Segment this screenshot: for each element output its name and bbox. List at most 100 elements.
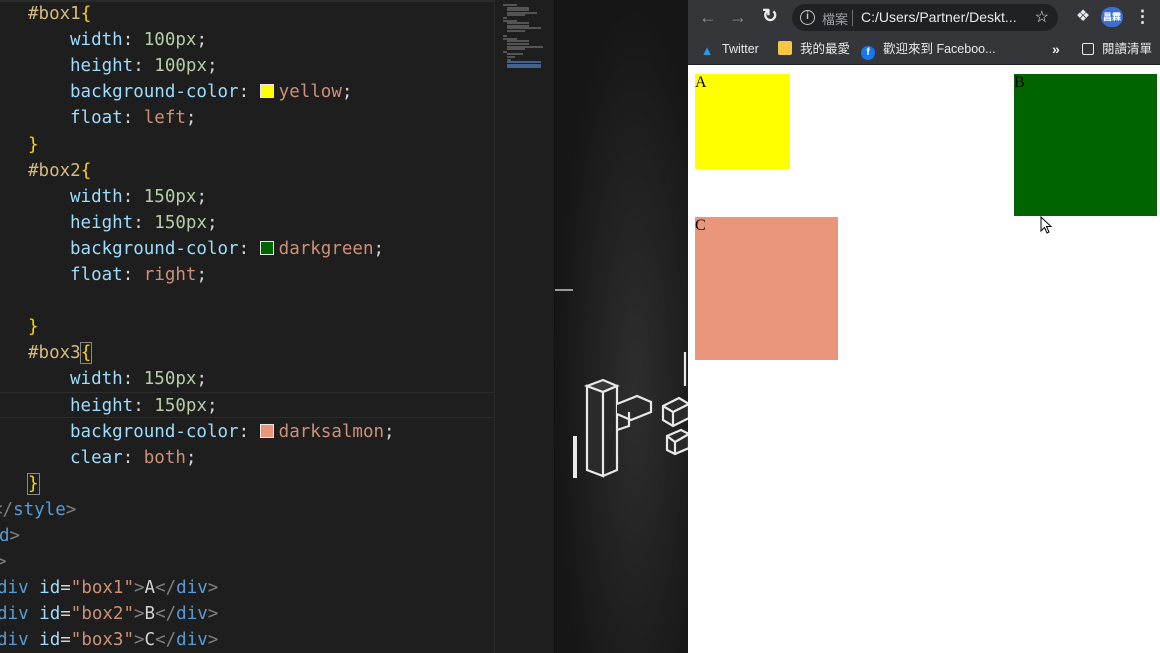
tag-bracket: </ <box>155 578 177 599</box>
colon: : <box>122 447 144 468</box>
open-brace: { <box>80 160 92 181</box>
box3-darksalmon: C <box>695 217 838 360</box>
code-line[interactable]: #box3{ <box>28 340 93 366</box>
reading-list-icon <box>1082 43 1094 55</box>
bookmark-facebook[interactable]: f 歡迎來到 Faceboo... <box>861 40 996 60</box>
bookmark-twitter[interactable]: ▲ Twitter <box>700 40 759 59</box>
code-line[interactable]: } <box>28 132 39 158</box>
code-line[interactable]: clear: both; <box>70 445 196 471</box>
code-line[interactable]: div id="box3">C</div> <box>0 627 218 653</box>
reading-list-label: 閱讀清單 <box>1102 42 1153 56</box>
tag-bracket: > <box>207 630 219 651</box>
div-text: C <box>144 630 156 651</box>
desktop-background <box>554 0 689 653</box>
reload-button[interactable]: ↻ <box>758 5 782 29</box>
code-line[interactable]: #box1{ <box>28 1 91 27</box>
code-editor[interactable]: #box1{width: 100px; height: 100px; backgro… <box>0 0 494 653</box>
colon: : <box>122 30 144 51</box>
code-line[interactable]: } <box>28 314 39 340</box>
semicolon: ; <box>341 82 353 103</box>
css-selector: #box2 <box>28 160 81 181</box>
code-line[interactable]: div id="box1">A</div> <box>0 575 218 601</box>
tag-bracket: > <box>65 499 77 520</box>
equals: = <box>60 604 71 625</box>
css-property: background-color <box>70 82 239 103</box>
color-swatch-icon[interactable] <box>259 423 274 438</box>
colon: : <box>238 421 260 442</box>
address-bar[interactable]: i 檔案 C:/Users/Partner/Deskt... ☆ <box>792 4 1058 31</box>
css-unit: px <box>175 30 197 51</box>
code-line[interactable]: background-color: yellow; <box>70 79 352 105</box>
attr-value: "box2" <box>70 604 134 625</box>
tag-name: div <box>176 604 208 625</box>
code-line[interactable]: </style> <box>0 497 76 523</box>
url-text[interactable]: C:/Users/Partner/Deskt... <box>861 9 1017 25</box>
wallpaper-logo-art <box>583 352 689 478</box>
editor-minimap[interactable] <box>494 0 554 653</box>
code-line[interactable]: > <box>0 549 7 575</box>
css-property: height <box>70 395 134 416</box>
facebook-icon: f <box>861 46 875 60</box>
css-value: left <box>143 108 186 129</box>
site-info-label[interactable]: 檔案 <box>822 9 848 28</box>
css-value: darksalmon <box>278 421 385 442</box>
minimap-line <box>507 66 541 69</box>
css-value: both <box>143 447 186 468</box>
bookmark-favorites-folder[interactable]: 我的最愛 <box>778 40 850 59</box>
code-line[interactable]: } <box>27 471 40 497</box>
div-text: B <box>144 604 156 625</box>
code-line[interactable]: #box2{ <box>28 158 91 184</box>
code-line[interactable]: height: 100px; <box>70 53 218 79</box>
code-line[interactable]: width: 100px; <box>70 27 207 53</box>
tag-bracket: > <box>207 604 219 625</box>
colon: : <box>133 395 155 416</box>
info-icon[interactable]: i <box>800 10 815 25</box>
code-line[interactable]: background-color: darksalmon; <box>70 419 395 445</box>
colon: : <box>133 212 155 233</box>
code-line[interactable]: float: right; <box>70 262 207 288</box>
reading-list-button[interactable]: 閱讀清單 <box>1082 40 1152 59</box>
forward-button[interactable]: → <box>726 5 750 29</box>
css-property: float <box>70 108 123 129</box>
extensions-puzzle-icon[interactable]: ❖ <box>1072 6 1094 28</box>
code-line[interactable]: height: 150px; <box>70 210 218 236</box>
tag-bracket: > <box>9 526 21 546</box>
semicolon: ; <box>206 212 218 233</box>
semicolon: ; <box>384 421 395 442</box>
color-swatch-icon[interactable] <box>259 240 274 255</box>
css-selector: #box3 <box>28 343 81 364</box>
semicolon: ; <box>206 56 218 77</box>
folder-icon <box>778 41 792 55</box>
code-line[interactable]: width: 150px; <box>70 366 207 392</box>
tag-bracket: </ <box>0 499 14 520</box>
code-line[interactable]: background-color: darkgreen; <box>70 236 384 262</box>
profile-avatar[interactable]: 昌霖 <box>1101 7 1123 27</box>
semicolon: ; <box>185 108 197 129</box>
more-bookmarks-chevron-icon[interactable]: » <box>1052 40 1060 59</box>
box1-yellow: A <box>695 74 790 169</box>
color-swatch-icon[interactable] <box>259 84 274 99</box>
code-line[interactable]: d> <box>0 523 20 549</box>
semicolon: ; <box>196 369 207 390</box>
tag-bracket: > <box>0 552 7 573</box>
css-selector: #box1 <box>28 4 81 24</box>
attr-name: id <box>39 578 61 599</box>
more-menu-icon[interactable]: ⋮ <box>1134 6 1151 28</box>
semicolon: ; <box>196 30 207 51</box>
code-line[interactable]: float: left; <box>70 105 196 131</box>
css-number: 100 <box>143 30 176 51</box>
back-button[interactable]: ← <box>696 5 720 29</box>
code-line[interactable]: div id="box2">B</div> <box>0 601 218 627</box>
css-unit: px <box>185 212 207 233</box>
close-brace: } <box>27 472 40 495</box>
code-line[interactable]: width: 150px; <box>70 184 207 210</box>
css-value: right <box>143 265 197 285</box>
css-number: 150 <box>154 395 186 416</box>
equals: = <box>60 630 71 651</box>
code-line[interactable]: height: 150px; <box>70 393 218 419</box>
bookmark-star-icon[interactable]: ☆ <box>1035 7 1049 27</box>
box2-label: B <box>1014 74 1025 91</box>
css-unit: px <box>175 186 197 207</box>
